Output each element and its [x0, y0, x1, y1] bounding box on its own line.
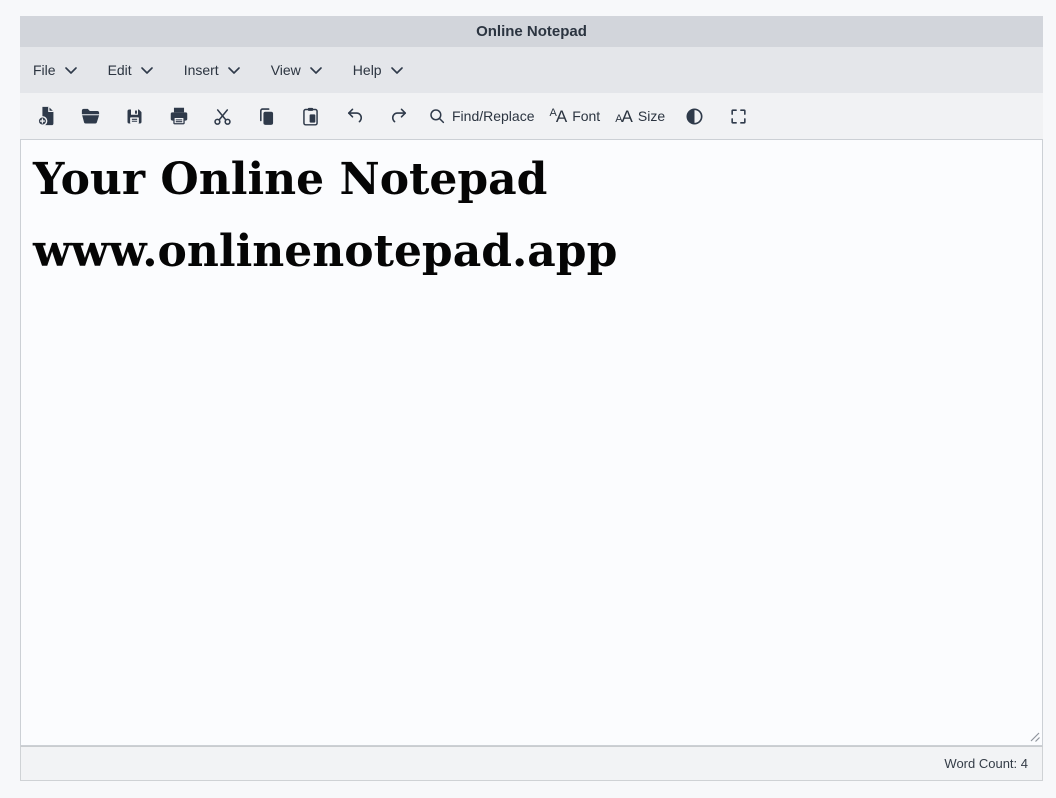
menu-file-label: File — [33, 62, 56, 78]
size-label: Size — [638, 108, 665, 124]
undo-button[interactable] — [340, 100, 369, 132]
title-bar: Online Notepad — [20, 16, 1043, 47]
app-title: Online Notepad — [476, 23, 587, 40]
redo-button[interactable] — [384, 100, 413, 132]
menu-bar: File Edit Insert View Help — [20, 47, 1043, 93]
save-button[interactable] — [120, 100, 149, 132]
font-label: Font — [572, 108, 600, 124]
search-icon — [428, 107, 446, 125]
undo-icon — [345, 106, 365, 126]
cut-button[interactable] — [208, 100, 237, 132]
contrast-toggle-button[interactable] — [680, 100, 709, 132]
font-icon: AA — [550, 108, 567, 125]
print-button[interactable] — [164, 100, 193, 132]
chevron-down-icon — [391, 67, 403, 74]
chevron-down-icon — [310, 67, 322, 74]
menu-insert[interactable]: Insert — [184, 62, 240, 78]
open-folder-icon — [79, 105, 102, 128]
find-replace-button[interactable]: Find/Replace — [428, 100, 535, 132]
font-button[interactable]: AA Font — [550, 100, 601, 132]
new-document-icon — [36, 105, 58, 127]
redo-icon — [389, 106, 409, 126]
save-icon — [124, 106, 145, 127]
paste-icon — [300, 106, 321, 127]
editor-area: Your Online Notepad www.onlinenotepad.ap… — [20, 139, 1043, 746]
menu-help[interactable]: Help — [353, 62, 403, 78]
copy-button[interactable] — [252, 100, 281, 132]
menu-edit[interactable]: Edit — [108, 62, 153, 78]
contrast-icon — [684, 106, 705, 127]
fullscreen-button[interactable] — [724, 100, 753, 132]
menu-insert-label: Insert — [184, 62, 219, 78]
chevron-down-icon — [65, 67, 77, 74]
word-count: Word Count: 4 — [944, 756, 1028, 771]
status-bar: Word Count: 4 — [20, 746, 1043, 781]
copy-icon — [256, 106, 277, 127]
toolbar: Find/Replace AA Font AA Size — [20, 93, 1043, 139]
scissors-icon — [212, 106, 233, 127]
menu-file[interactable]: File — [33, 62, 77, 78]
menu-edit-label: Edit — [108, 62, 132, 78]
chevron-down-icon — [141, 67, 153, 74]
paste-button[interactable] — [296, 100, 325, 132]
find-replace-label: Find/Replace — [452, 108, 535, 124]
open-file-button[interactable] — [76, 100, 105, 132]
font-size-icon: AA — [615, 108, 632, 125]
fullscreen-icon — [729, 107, 748, 126]
print-icon — [168, 105, 190, 127]
resize-grip[interactable] — [1028, 730, 1041, 743]
size-button[interactable]: AA Size — [615, 100, 665, 132]
notepad-textarea[interactable]: Your Online Notepad www.onlinenotepad.ap… — [20, 139, 1043, 746]
app-window: Online Notepad File Edit Insert View Hel… — [20, 16, 1043, 781]
menu-view-label: View — [271, 62, 301, 78]
new-document-button[interactable] — [32, 100, 61, 132]
chevron-down-icon — [228, 67, 240, 74]
menu-help-label: Help — [353, 62, 382, 78]
menu-view[interactable]: View — [271, 62, 322, 78]
